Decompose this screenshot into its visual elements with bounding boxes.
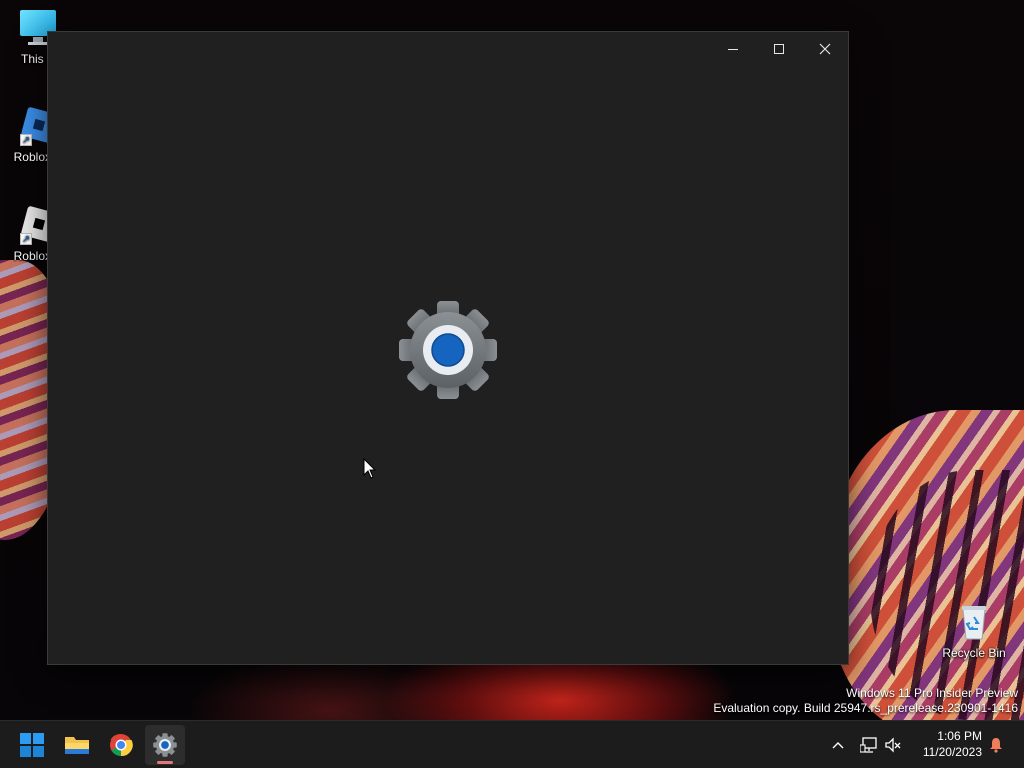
settings-gear-icon	[399, 301, 497, 399]
minimize-button[interactable]	[710, 32, 756, 66]
volume-muted-icon	[885, 737, 901, 753]
quick-settings-button[interactable]	[858, 729, 904, 761]
desktop-icon-recycle-bin[interactable]: Recycle Bin	[936, 602, 1012, 660]
chevron-up-icon	[832, 742, 844, 749]
shortcut-arrow-icon: ↗	[20, 233, 32, 245]
clock-date: 11/20/2023	[922, 745, 982, 759]
maximize-button[interactable]	[756, 32, 802, 66]
mouse-cursor-icon	[363, 458, 377, 479]
network-icon	[860, 737, 877, 753]
active-app-indicator	[157, 761, 173, 764]
desktop-icon-label: Recycle Bin	[942, 646, 1006, 660]
taskbar-chrome-button[interactable]	[101, 725, 141, 765]
recycle-bin-icon	[954, 602, 994, 642]
chrome-icon	[110, 733, 133, 757]
taskbar-clock[interactable]: 1:06 PM 11/20/2023	[912, 728, 982, 760]
clock-time: 1:06 PM	[937, 729, 982, 743]
close-button[interactable]	[802, 32, 848, 66]
taskbar-settings-button[interactable]	[145, 725, 185, 765]
shortcut-arrow-icon: ↗	[20, 134, 32, 146]
show-hidden-icons-button[interactable]	[828, 729, 848, 761]
maximize-icon	[774, 44, 784, 54]
folder-icon	[65, 737, 89, 754]
settings-gear-icon	[153, 733, 177, 757]
close-icon	[819, 43, 831, 55]
windows-logo-icon	[20, 733, 44, 757]
watermark-line-edition: Windows 11 Pro Insider Preview	[846, 686, 1018, 700]
insider-watermark: Windows 11 Pro Insider Preview Evaluatio…	[713, 686, 1018, 716]
taskbar: 1:06 PM 11/20/2023	[0, 720, 1024, 768]
window-controls	[710, 32, 848, 66]
notification-bell-icon	[990, 738, 1002, 753]
settings-window[interactable]	[47, 31, 849, 665]
notification-center-button[interactable]	[986, 729, 1006, 761]
watermark-line-build: Evaluation copy. Build 25947.rs_prerelea…	[713, 701, 1018, 715]
minimize-icon	[728, 48, 738, 50]
taskbar-file-explorer-button[interactable]	[57, 725, 97, 765]
taskbar-start-button[interactable]	[12, 725, 52, 765]
